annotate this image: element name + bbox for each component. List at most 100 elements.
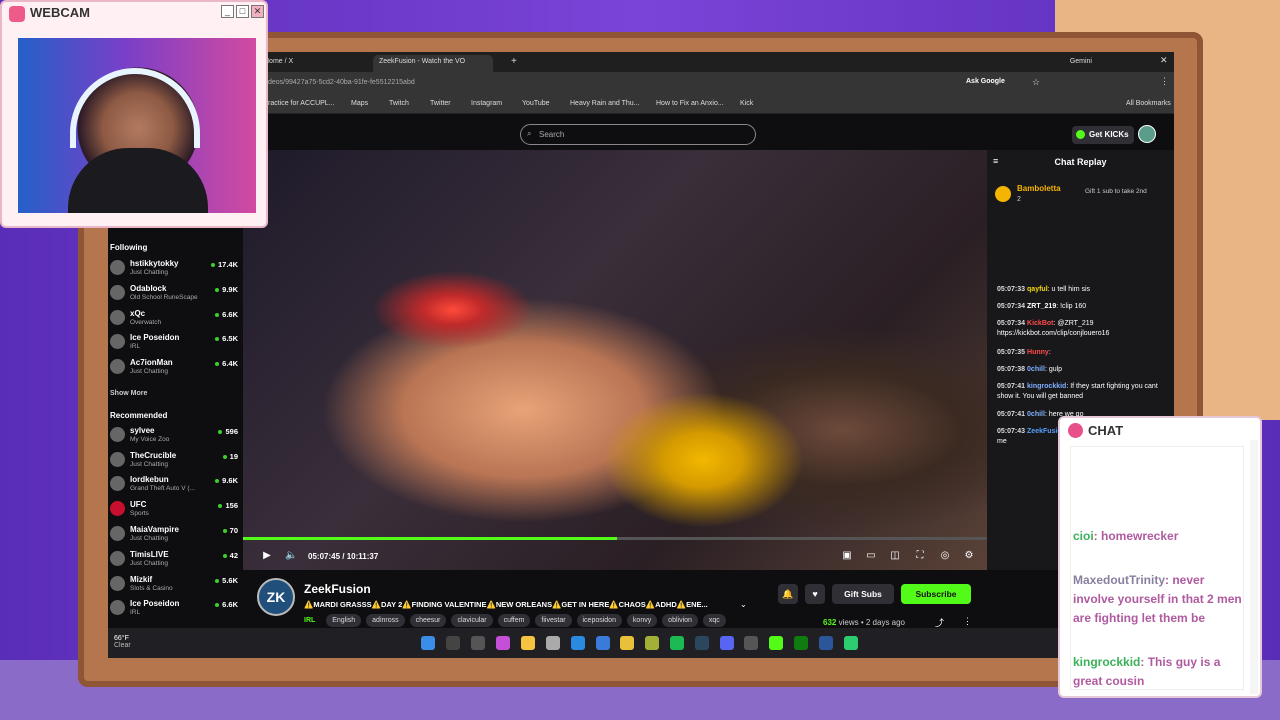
volume-icon[interactable]: 🔈 (285, 550, 297, 562)
bookmark-youtube[interactable]: YouTube (522, 100, 550, 107)
channel-category: Sports (130, 510, 149, 517)
tab-home-x[interactable]: Home / X (258, 55, 368, 72)
chat-username[interactable]: qayful (1027, 286, 1048, 293)
gift-subs-button[interactable]: Gift Subs (832, 584, 894, 604)
sidebar-item-recommended[interactable]: lordkebun Grand Theft Auto V (... 9.6K (110, 473, 238, 497)
chat-username[interactable]: kingrockkid (1027, 383, 1066, 390)
task-view-icon[interactable] (471, 636, 485, 650)
speed-icon[interactable]: ◎ (939, 550, 951, 562)
following-heading: Following (110, 243, 148, 252)
theater-icon[interactable]: ▭ (865, 550, 877, 562)
kick-app-icon[interactable] (769, 636, 783, 650)
sidebar-item-following[interactable]: hstikkytokky Just Chatting 17.4K (110, 257, 238, 281)
streamer-name[interactable]: ZeekFusion (304, 582, 371, 596)
sidebar-item-following[interactable]: Odablock Old School RuneScape 9.9K (110, 282, 238, 306)
bookmark-twitch[interactable]: Twitch (389, 100, 409, 107)
sidebar-item-recommended[interactable]: UFC Sports 156 (110, 498, 238, 522)
discord-icon[interactable] (720, 636, 734, 650)
ask-google-button[interactable]: Ask Google (966, 78, 1005, 85)
obs-icon[interactable] (744, 636, 758, 650)
tag[interactable]: konvy (626, 614, 658, 627)
streamer-avatar[interactable]: ZK (257, 578, 295, 616)
search-taskbar-icon[interactable] (446, 636, 460, 650)
chat-username[interactable]: KickBot (1027, 320, 1053, 327)
sidebar-item-recommended[interactable]: Ice Poseidon IRL 6.6K (110, 597, 238, 621)
category-tag[interactable]: IRL (304, 614, 321, 627)
chat-username[interactable]: 0chill (1027, 411, 1045, 418)
heart-icon[interactable]: ♥ (805, 584, 825, 604)
minimize-icon[interactable]: _ (221, 5, 234, 18)
sidebar-item-following[interactable]: Ac7ionMan Just Chatting 6.4K (110, 356, 238, 380)
pinned-gift-message[interactable]: Bamboletta 2 Gift 1 sub to take 2nd (995, 180, 1167, 220)
channel-name: Odablock (130, 284, 167, 293)
settings-gear-icon[interactable]: ⚙ (963, 550, 975, 562)
xbox-icon[interactable] (794, 636, 808, 650)
new-tab-icon[interactable]: + (511, 56, 517, 67)
steam-icon[interactable] (695, 636, 709, 650)
chat-username[interactable]: ZRT_219 (1027, 303, 1056, 310)
fullscreen-icon[interactable]: ⛶ (914, 550, 926, 562)
tag[interactable]: iceposidon (576, 614, 622, 627)
terminal-icon[interactable] (844, 636, 858, 650)
play-icon[interactable]: ▶ (261, 550, 273, 562)
sidebar-item-following[interactable]: Ice Poseidon IRL 6.5K (110, 331, 238, 355)
chat-username[interactable]: 0chill (1027, 366, 1045, 373)
tag[interactable]: English (326, 614, 362, 627)
bookmark-anxiety[interactable]: How to Fix an Anxio... (656, 100, 724, 107)
search-input[interactable]: ⌕ Search (520, 124, 756, 145)
tag[interactable]: oblivion (662, 614, 698, 627)
bookmark-kick[interactable]: Kick (740, 100, 753, 107)
get-kicks-button[interactable]: Get KICKs (1072, 126, 1134, 144)
bookmark-heavy-rain[interactable]: Heavy Rain and Thu... (570, 100, 640, 107)
bell-icon[interactable]: 🔔 (778, 584, 798, 604)
app-icon[interactable] (645, 636, 659, 650)
tag[interactable]: xqc (702, 614, 726, 627)
menu-icon[interactable]: ⋮ (1160, 76, 1169, 87)
video-player[interactable] (243, 150, 987, 570)
maximize-icon[interactable]: □ (236, 5, 249, 18)
more-options-icon[interactable]: ⋮ (963, 616, 972, 627)
user-avatar[interactable] (1138, 125, 1156, 143)
weather-widget[interactable]: 66°F Clear (114, 635, 131, 649)
close-icon[interactable]: ✕ (251, 5, 264, 18)
edge-icon[interactable] (571, 636, 585, 650)
tag[interactable]: clavicular (451, 614, 493, 627)
pip-icon[interactable]: ◫ (889, 550, 901, 562)
clip-icon[interactable]: ▣ (841, 550, 853, 562)
sidebar-item-recommended[interactable]: TimisLIVE Just Chatting 42 (110, 548, 238, 572)
bookmark-twitter[interactable]: Twitter (430, 100, 451, 107)
show-more-button[interactable]: Show More (110, 390, 147, 397)
chevron-down-icon[interactable]: ⌄ (740, 600, 747, 609)
bookmark-instagram[interactable]: Instagram (471, 100, 502, 107)
bookmark-maps[interactable]: Maps (351, 100, 368, 107)
star-icon[interactable]: ☆ (1032, 77, 1040, 88)
chat-overlay-scrollbar[interactable] (1250, 440, 1258, 694)
windows-start-icon[interactable] (421, 636, 435, 650)
sidebar-item-recommended[interactable]: sylvee My Voice Zoo 596 (110, 424, 238, 448)
sidebar-item-recommended[interactable]: TheCrucible Just Chatting 19 (110, 449, 238, 473)
tag[interactable]: cuffem (497, 614, 531, 627)
tag[interactable]: cheesur (409, 614, 447, 627)
bookmark-item[interactable]: ractice for ACCUPL... (268, 100, 335, 107)
tag[interactable]: adinross (366, 614, 405, 627)
word-icon[interactable] (819, 636, 833, 650)
chat-username[interactable]: Hunny (1027, 349, 1049, 356)
tag[interactable]: fiivestar (535, 614, 572, 627)
avatar (110, 476, 125, 491)
video-progress-bar[interactable] (243, 537, 987, 540)
mail-icon[interactable] (596, 636, 610, 650)
sidebar-item-following[interactable]: xQc Overwatch 6.6K (110, 307, 238, 331)
tab-zeekfusion[interactable]: ZeekFusion - Watch the VO (373, 55, 493, 72)
chrome-icon[interactable] (620, 636, 634, 650)
close-window-icon[interactable]: ✕ (1160, 55, 1168, 66)
subscribe-button[interactable]: Subscribe (901, 584, 971, 604)
sidebar-item-recommended[interactable]: Mizkif Slots & Casino 5.6K (110, 573, 238, 597)
tab-gemini[interactable]: Gemini (1048, 55, 1098, 72)
sidebar-item-recommended[interactable]: MaiaVampire Just Chatting 70 (110, 523, 238, 547)
file-explorer-icon[interactable] (521, 636, 535, 650)
copilot-icon[interactable] (496, 636, 510, 650)
spotify-icon[interactable] (670, 636, 684, 650)
store-icon[interactable] (546, 636, 560, 650)
all-bookmarks[interactable]: All Bookmarks (1126, 100, 1171, 107)
viewer-count: 17.4K (211, 260, 238, 269)
